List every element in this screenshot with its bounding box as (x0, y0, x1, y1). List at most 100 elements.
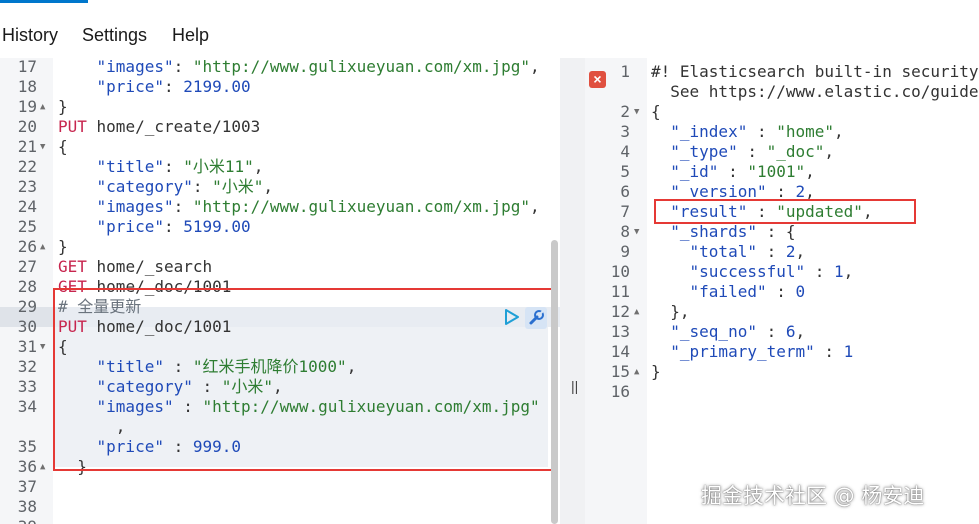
code-token: : (814, 342, 844, 361)
code-line[interactable]: 27 GET home/_search (0, 257, 560, 277)
code-token: 1 (834, 262, 844, 281)
fold-close-icon[interactable]: ▲ (634, 302, 639, 322)
code-text[interactable]: PUT home/_create/1003 (58, 117, 260, 137)
error-icon[interactable]: × (589, 71, 606, 88)
code-token: } (58, 237, 68, 256)
fold-close-icon[interactable]: ▲ (40, 237, 45, 257)
fold-close-icon[interactable]: ▲ (40, 97, 45, 117)
menu-help[interactable]: Help (172, 25, 209, 46)
line-number: 9 (620, 242, 630, 261)
line-number: 32 (17, 357, 37, 376)
code-token: 2199.00 (183, 77, 251, 96)
code-line[interactable]: 18 "price": 2199.00 (0, 77, 560, 97)
code-line[interactable]: 37 (0, 477, 560, 497)
code-token: : (805, 262, 835, 281)
code-line[interactable]: 25 "price": 5199.00 (0, 217, 560, 237)
line-number: 17 (17, 58, 37, 76)
line-number: 12 (610, 302, 630, 321)
code-line: 11 "failed" : 0 (585, 282, 979, 302)
code-text: "_type" : "_doc", (651, 142, 834, 162)
code-line[interactable]: 17 "images": "http://www.gulixueyuan.com… (0, 58, 560, 77)
code-text[interactable]: { (58, 137, 68, 157)
fold-open-icon[interactable]: ▼ (40, 337, 45, 357)
code-line: 4 "_type" : "_doc", (585, 142, 979, 162)
code-text: #! Elasticsearch built-in security (651, 62, 979, 82)
code-token: , (805, 162, 815, 181)
line-number: 11 (610, 282, 630, 301)
code-token: 6 (785, 322, 796, 341)
code-token: { (58, 137, 68, 156)
code-text[interactable]: "title": "小米11", (58, 157, 264, 177)
code-line[interactable]: 22 "title": "小米11", (0, 157, 560, 177)
code-line[interactable]: 38 (0, 497, 560, 517)
code-line: 16 (585, 382, 979, 402)
code-token: home/_search (86, 257, 213, 276)
line-number: 37 (17, 477, 37, 496)
code-line[interactable]: 26 ▲} (0, 237, 560, 257)
fold-close-icon[interactable]: ▲ (634, 362, 639, 382)
splitter-grip[interactable]: || (571, 378, 578, 394)
code-line: 3 "_index" : "home", (585, 122, 979, 142)
menu-history[interactable]: History (2, 25, 58, 46)
code-text[interactable]: GET home/_search (58, 257, 212, 277)
line-number: 27 (17, 257, 37, 276)
fold-close-icon[interactable]: ▲ (40, 457, 45, 477)
code-token: home/_create/1003 (86, 117, 261, 136)
fold-open-icon[interactable]: ▼ (40, 137, 45, 157)
code-text: }, (651, 302, 690, 322)
code-line: 5 "_id" : "1001", (585, 162, 979, 182)
code-line[interactable]: 21 ▼ { (0, 137, 560, 157)
code-text[interactable]: "category": "小米", (58, 177, 274, 197)
editor-scrollbar[interactable] (551, 240, 558, 524)
code-token: : (163, 77, 184, 96)
code-text[interactable]: "price": 5199.00 (58, 217, 251, 237)
line-number: 2 (620, 102, 630, 121)
line-number: 15 (610, 362, 630, 381)
line-number: 21 (17, 137, 37, 156)
code-token: : (766, 282, 796, 301)
pane-splitter[interactable]: || (560, 58, 585, 524)
code-line[interactable]: 39 (0, 517, 560, 524)
fold-open-icon[interactable]: ▼ (634, 102, 639, 122)
response-viewer: 1 #! Elasticsearch built-in security See … (585, 58, 979, 524)
code-token: "home" (776, 122, 835, 141)
code-line[interactable]: 24 "images": "http://www.gulixueyuan.com… (0, 197, 560, 217)
code-token: }, (651, 302, 690, 321)
code-line: 10 "successful" : 1, (585, 262, 979, 282)
line-number: 35 (17, 437, 37, 456)
code-token: : { (756, 222, 796, 241)
code-token: , (263, 177, 274, 196)
line-number: 14 (610, 342, 630, 361)
code-line[interactable]: 23 "category": "小米", (0, 177, 560, 197)
line-number: 8 (620, 222, 630, 241)
code-text[interactable]: "images": "http://www.gulixueyuan.com/xm… (58, 197, 540, 217)
code-token: "_type" (670, 142, 738, 161)
code-token: "1001" (747, 162, 806, 181)
code-line[interactable]: 20 PUT home/_create/1003 (0, 117, 560, 137)
menu-settings[interactable]: Settings (82, 25, 147, 46)
code-text[interactable]: } (58, 97, 68, 117)
code-text[interactable]: "price": 2199.00 (58, 77, 251, 97)
code-line: 13 "_seq_no" : 6, (585, 322, 979, 342)
fold-open-icon[interactable]: ▼ (634, 222, 639, 242)
code-text[interactable]: } (58, 237, 68, 257)
code-token: "successful" (689, 262, 806, 281)
code-line[interactable]: 19 ▲} (0, 97, 560, 117)
code-token: : (737, 142, 767, 161)
code-token: : (192, 177, 213, 196)
code-token: "total" (689, 242, 757, 261)
code-token: , (834, 122, 844, 141)
code-line: 15 ▲} (585, 362, 979, 382)
code-token: 0 (795, 282, 806, 301)
line-number: 6 (620, 182, 630, 201)
code-token: : (173, 197, 193, 216)
code-text[interactable]: "images": "http://www.gulixueyuan.com/xm… (58, 58, 540, 77)
code-token: "category" (96, 177, 193, 196)
code-token: : (718, 162, 748, 181)
code-token: } (651, 362, 661, 381)
